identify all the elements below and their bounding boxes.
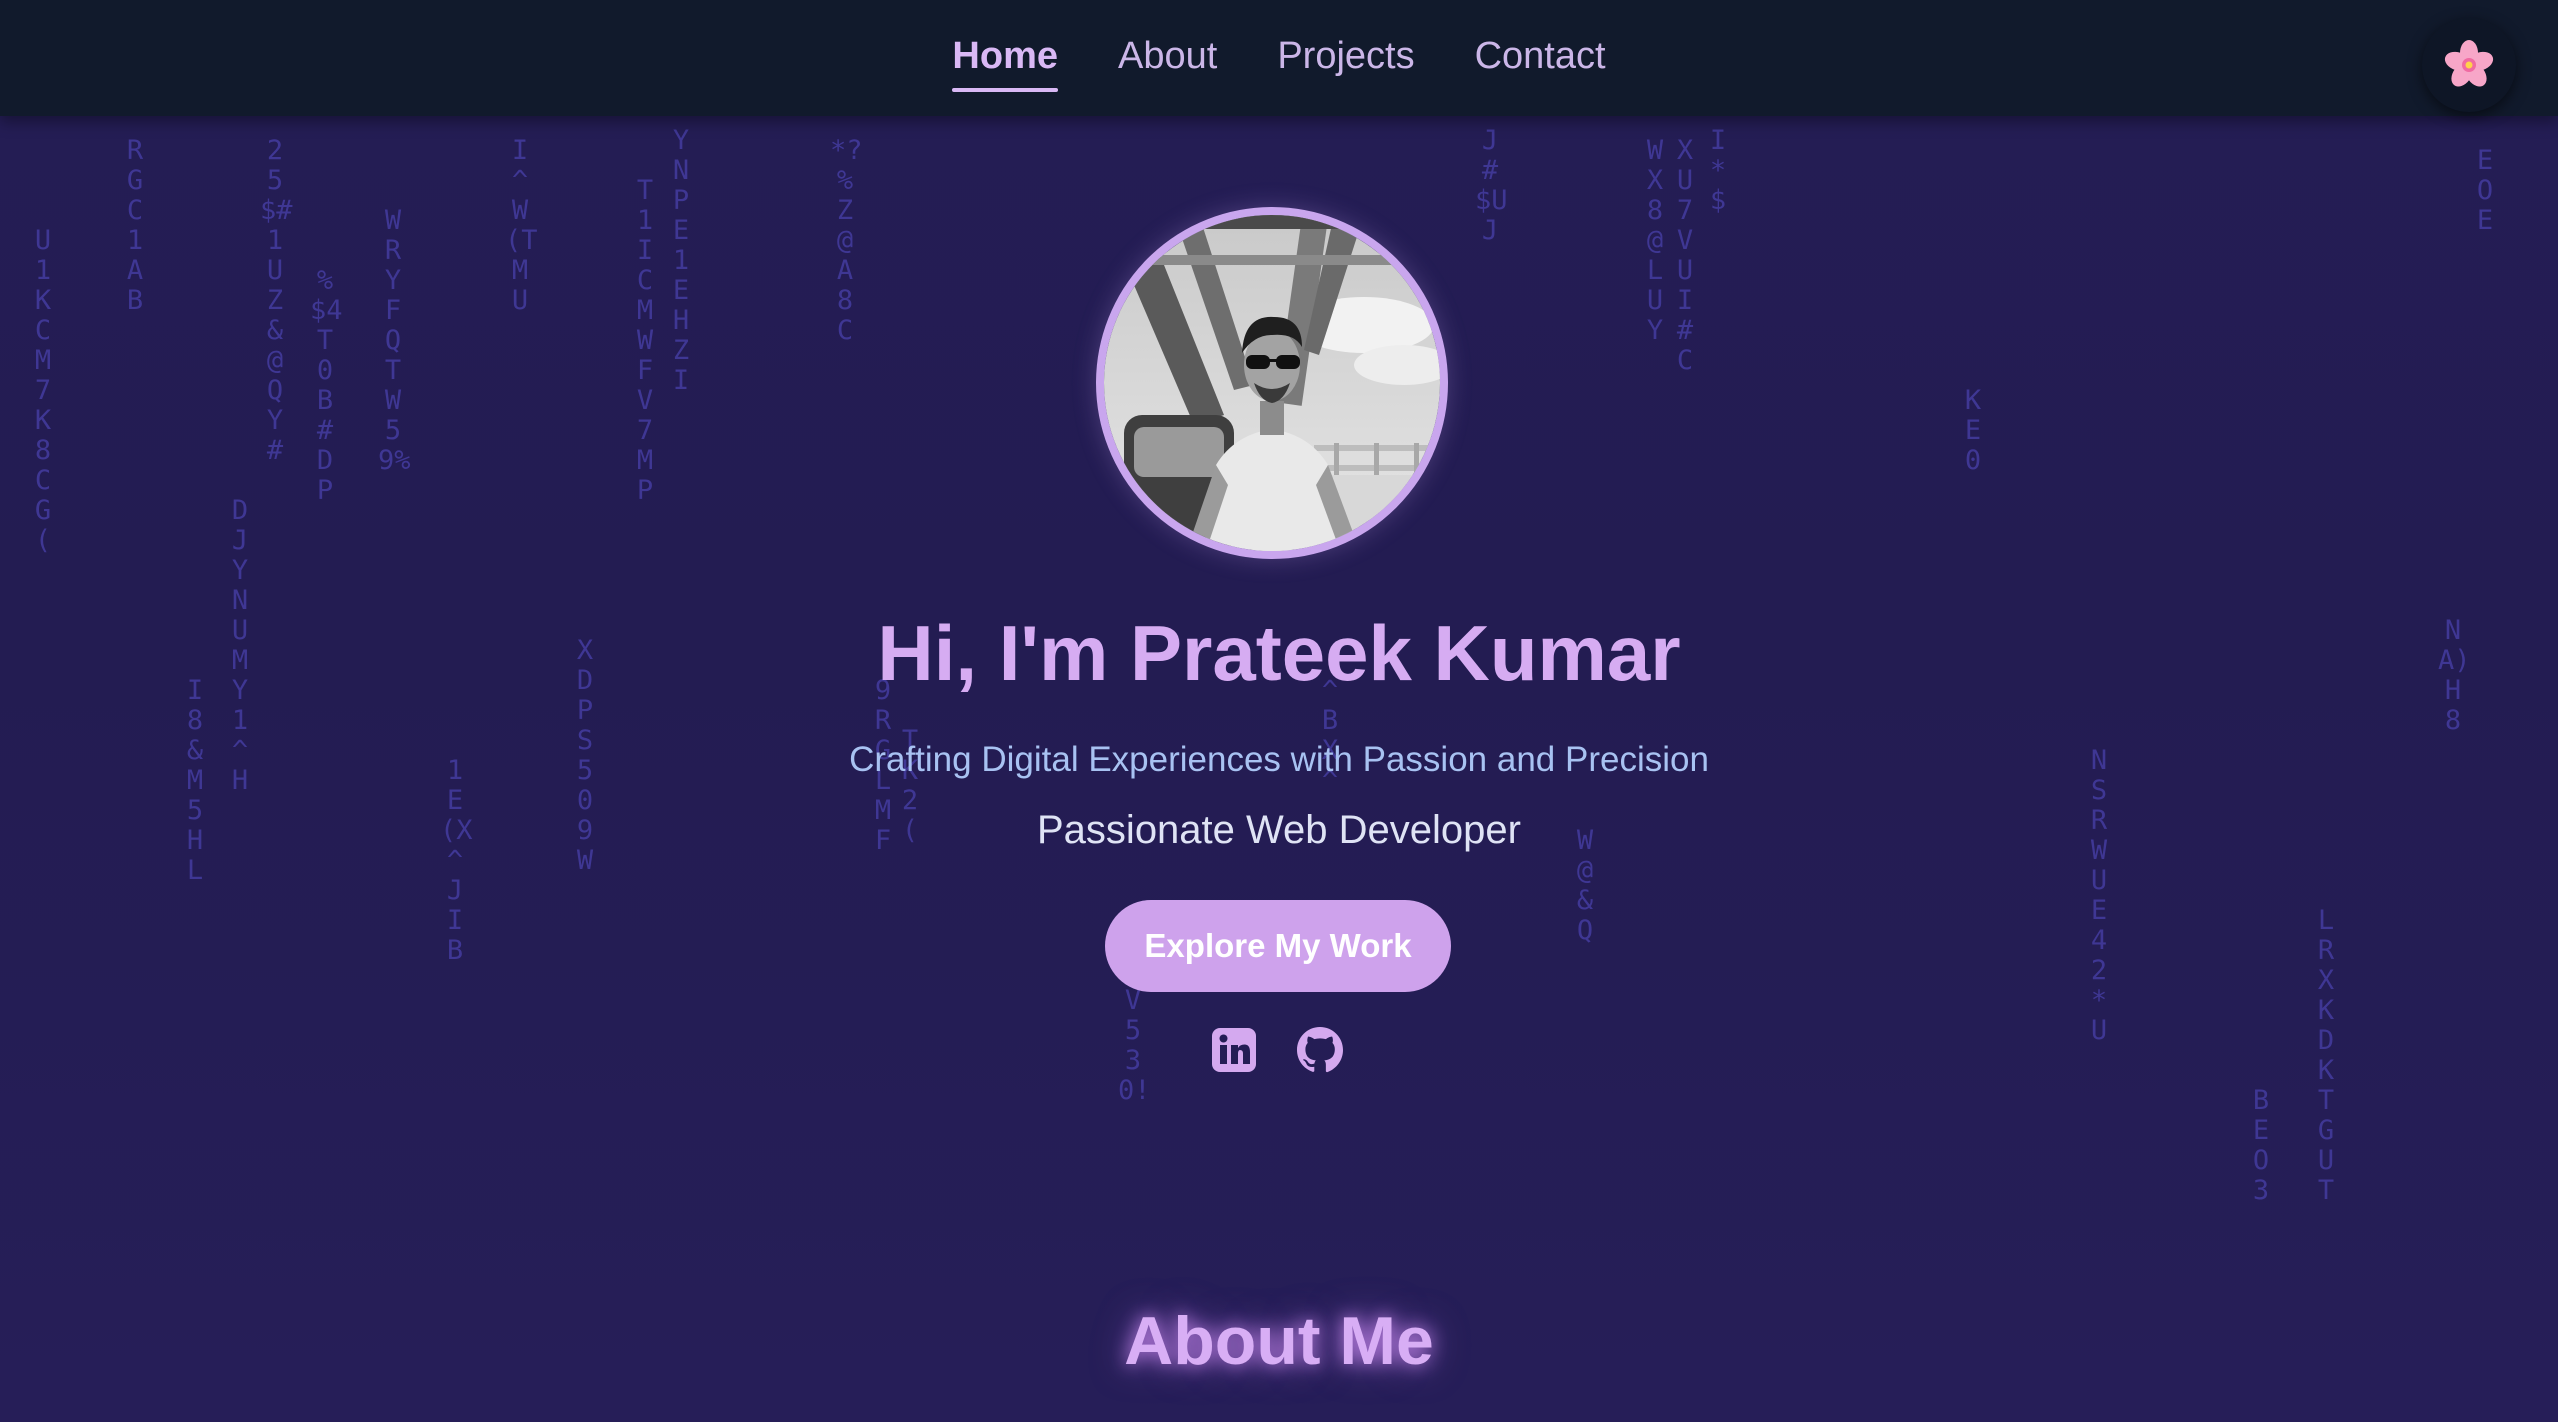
github-icon bbox=[1297, 1027, 1343, 1073]
profile-photo bbox=[1096, 207, 1448, 559]
explore-my-work-button[interactable]: Explore My Work bbox=[1105, 900, 1451, 992]
nav-link-projects[interactable]: Projects bbox=[1277, 29, 1414, 84]
cherry-blossom-icon bbox=[2444, 40, 2494, 87]
profile-photo-illustration bbox=[1104, 215, 1440, 551]
hero-tagline: Crafting Digital Experiences with Passio… bbox=[849, 740, 1709, 779]
top-navigation: Home About Projects Contact bbox=[0, 0, 2558, 116]
nav-link-about[interactable]: About bbox=[1118, 29, 1217, 84]
about-me-heading: About Me bbox=[1124, 1303, 1434, 1379]
linkedin-icon bbox=[1212, 1028, 1256, 1072]
hero-section: Hi, I'm Prateek Kumar Crafting Digital E… bbox=[0, 0, 2558, 1422]
theme-toggle-button[interactable] bbox=[2422, 18, 2516, 112]
nav-links: Home About Projects Contact bbox=[0, 0, 2558, 116]
github-link[interactable] bbox=[1296, 1026, 1344, 1074]
nav-link-home[interactable]: Home bbox=[952, 29, 1058, 92]
hero-role: Passionate Web Developer bbox=[1037, 808, 1521, 852]
nav-link-contact[interactable]: Contact bbox=[1475, 29, 1606, 84]
linkedin-link[interactable] bbox=[1210, 1026, 1258, 1074]
hero-title: Hi, I'm Prateek Kumar bbox=[877, 609, 1681, 697]
